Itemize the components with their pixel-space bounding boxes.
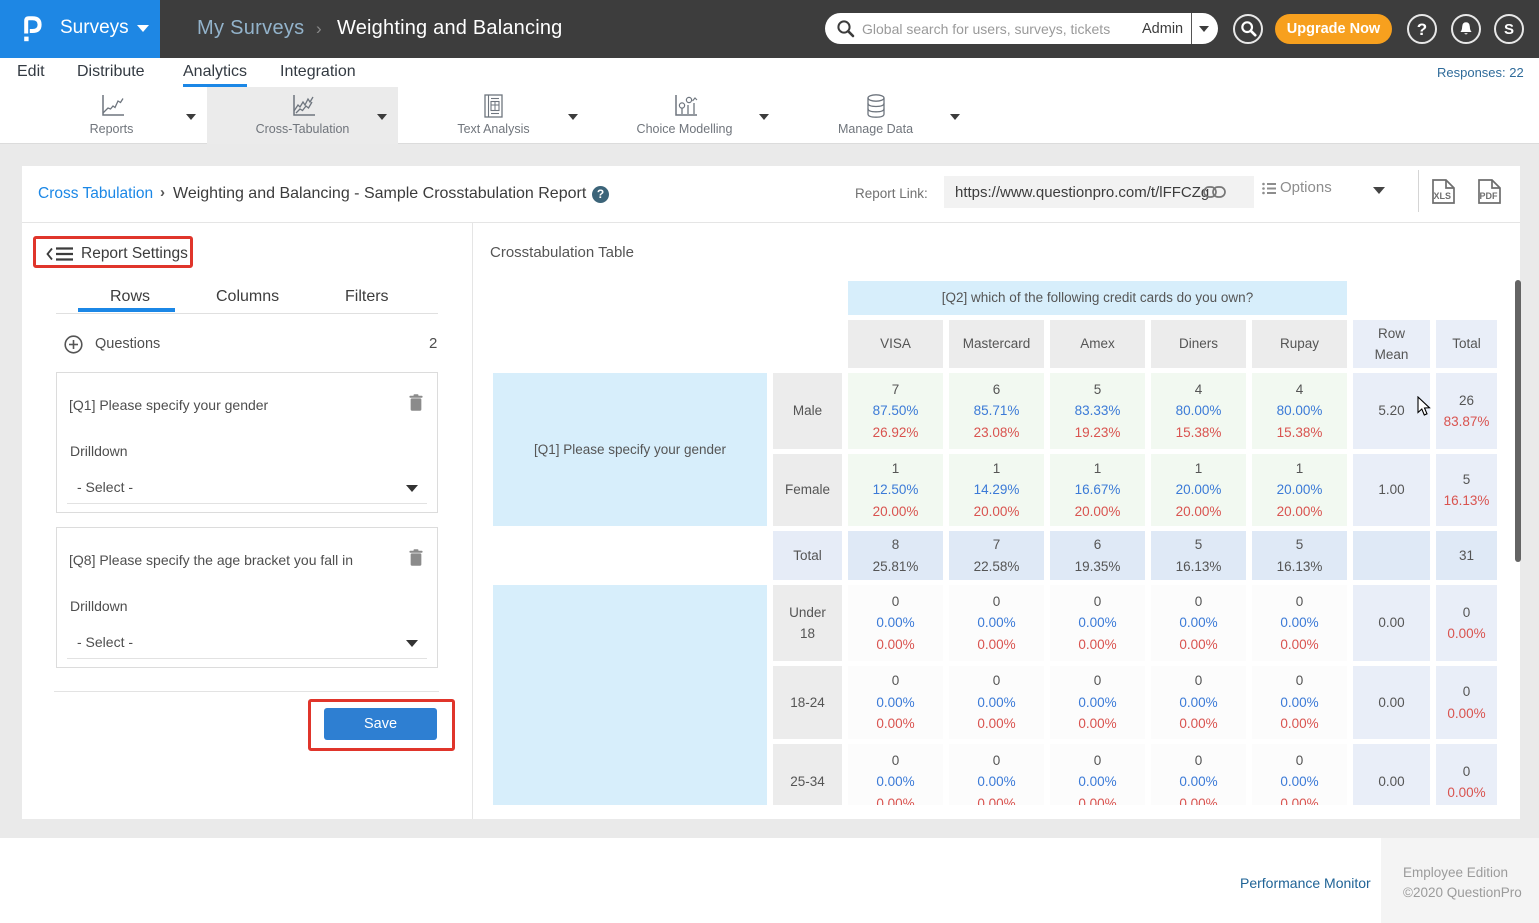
svg-text:PDF: PDF [1480, 191, 1499, 201]
svg-text:XLS: XLS [1434, 191, 1452, 201]
